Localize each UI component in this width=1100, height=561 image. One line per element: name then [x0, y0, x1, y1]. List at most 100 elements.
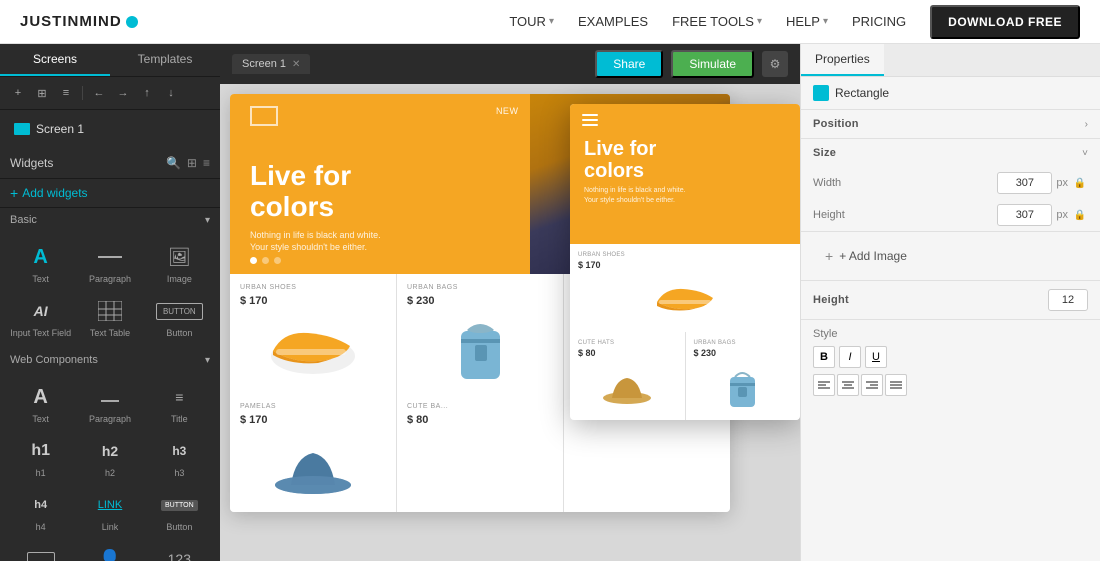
tab-properties[interactable]: Properties [801, 44, 884, 76]
simulate-button[interactable]: Simulate [671, 50, 754, 78]
user-icon: 👤 [92, 544, 128, 561]
height-prop-input[interactable] [1048, 289, 1088, 311]
move-up-button[interactable]: ↑ [137, 83, 157, 103]
screens-toolbar: + ⊞ ≡ ← → ↑ ↓ [0, 77, 220, 110]
toolbar-separator [82, 86, 83, 100]
canvas-tab-label: Screen 1 [242, 58, 286, 70]
bold-button[interactable]: B [813, 346, 835, 368]
add-image-button[interactable]: + + Add Image [813, 240, 1088, 272]
web-widget-user-icon[interactable]: 👤 User icon [77, 540, 142, 561]
paragraph-widget-icon [93, 242, 127, 272]
widget-image[interactable]: 🖼 Image [147, 238, 212, 288]
mobile-mockup: Live forcolors Nothing in life is black … [570, 104, 800, 420]
download-free-button[interactable]: DOWNLOAD FREE [930, 5, 1080, 39]
undo-button[interactable]: ← [89, 83, 109, 103]
web-widgets-grid: A Text Paragraph ≡ Title h1 h1 [0, 372, 220, 561]
redo-button[interactable]: → [113, 83, 133, 103]
category-basic-header[interactable]: Basic ▾ [0, 208, 220, 232]
close-icon[interactable]: ✕ [292, 59, 300, 70]
move-down-button[interactable]: ↓ [161, 83, 181, 103]
nav-examples[interactable]: EXAMPLES [578, 14, 648, 29]
tab-templates[interactable]: Templates [110, 44, 220, 76]
align-center-button[interactable] [837, 374, 859, 396]
settings-icon[interactable]: ⚙ [762, 51, 788, 77]
canvas-header: Screen 1 ✕ Share Simulate ⚙ [220, 44, 800, 84]
height-input[interactable] [997, 204, 1052, 226]
web-widget-h1[interactable]: h1 h1 [8, 432, 73, 482]
basic-widgets-grid: A Text Paragraph 🖼 Image AI [0, 232, 220, 348]
category-web-header[interactable]: Web Components ▾ [0, 348, 220, 372]
widgets-header: Widgets 🔍 ⊞ ≡ [0, 148, 220, 179]
width-input[interactable] [997, 172, 1052, 194]
web-widget-link[interactable]: LINK Link [77, 486, 142, 536]
underline-button[interactable]: U [865, 346, 887, 368]
width-input-group: px 🔒 [997, 172, 1088, 194]
category-web-label: Web Components [10, 354, 98, 366]
nav-free-tools[interactable]: FREE TOOLS ▾ [672, 14, 762, 29]
lock-icon[interactable]: 🔒 [1072, 175, 1088, 191]
product-cute-bags-price: $ 80 [407, 414, 553, 426]
web-widget-h2[interactable]: h2 h2 [77, 432, 142, 482]
web-widget-paragraph[interactable]: Paragraph [77, 378, 142, 428]
widget-button[interactable]: BUTTON Button [147, 292, 212, 342]
web-widget-h3[interactable]: h3 h3 [147, 432, 212, 482]
widget-text-label: Text [32, 274, 49, 284]
position-arrow: › [1085, 119, 1088, 130]
width-label: Width [813, 177, 841, 189]
nav-pricing[interactable]: PRICING [852, 14, 906, 29]
web-widget-counter[interactable]: 123 Counter [147, 540, 212, 561]
product-pamelas-img [240, 432, 386, 502]
size-section-header[interactable]: Size ˅ [801, 139, 1100, 167]
web-widget-button[interactable]: BUTTON Button [147, 486, 212, 536]
product-shoes: URBAN SHOES $ 170 [230, 274, 396, 393]
add-screen-button[interactable]: + [8, 83, 28, 103]
nav-tour[interactable]: TOUR ▾ [509, 14, 554, 29]
screen-list: Screen 1 [0, 110, 220, 148]
search-icon[interactable]: 🔍 [166, 156, 181, 170]
screen-list-view[interactable]: ≡ [56, 83, 76, 103]
position-section-header[interactable]: Position › [801, 110, 1100, 138]
width-unit: px [1056, 177, 1068, 189]
size-arrow: ˅ [1082, 148, 1088, 159]
height-prop-input-group [1048, 289, 1088, 311]
web-widget-title[interactable]: ≡ Title [147, 378, 212, 428]
table-widget-icon [92, 296, 128, 326]
add-widgets-label: Add widgets [22, 186, 87, 200]
widget-text-table[interactable]: Text Table [77, 292, 142, 342]
screen-grid-view[interactable]: ⊞ [32, 83, 52, 103]
widget-input-text[interactable]: AI Input Text Field [8, 292, 73, 342]
align-right-button[interactable] [861, 374, 883, 396]
italic-button[interactable]: I [839, 346, 861, 368]
properties-content: Rectangle Position › Size ˅ Width px [801, 77, 1100, 404]
web-widget-input[interactable]: Input field [8, 540, 73, 561]
widget-text[interactable]: A Text [8, 238, 73, 288]
lock-icon-h[interactable]: 🔒 [1072, 207, 1088, 223]
height-prop-header[interactable]: Height [801, 281, 1100, 319]
web-widget-text[interactable]: A Text [8, 378, 73, 428]
widget-button-label: Button [166, 328, 192, 338]
align-justify-button[interactable] [885, 374, 907, 396]
share-button[interactable]: Share [595, 50, 663, 78]
screen-item[interactable]: Screen 1 [8, 118, 212, 140]
widget-table-label: Text Table [90, 328, 130, 338]
add-widgets-button[interactable]: + Add widgets [0, 179, 220, 208]
logo-text: JUSTINMIND [20, 13, 122, 30]
tab-screens[interactable]: Screens [0, 44, 110, 76]
widget-paragraph-label: Paragraph [89, 274, 131, 284]
canvas-screen-tab[interactable]: Screen 1 ✕ [232, 54, 310, 74]
height-unit: px [1056, 209, 1068, 221]
list-icon[interactable]: ≡ [203, 156, 210, 170]
mobile-hero-subtitle: Nothing in life is black and white.Your … [584, 186, 786, 206]
canvas-header-left: Screen 1 ✕ [232, 54, 310, 74]
screen-item-label: Screen 1 [36, 122, 84, 136]
canvas-header-right: Share Simulate ⚙ [595, 50, 788, 78]
text-align-row [813, 374, 1088, 396]
align-left-button[interactable] [813, 374, 835, 396]
menu-line-2 [582, 119, 598, 121]
widget-paragraph[interactable]: Paragraph [77, 238, 142, 288]
nav-help[interactable]: HELP ▾ [786, 14, 828, 29]
canvas-body: NEW OVERVIEW GALLERY CONTACT Live forcol… [220, 84, 800, 561]
web-widget-h4[interactable]: h4 h4 [8, 486, 73, 536]
height-label: Height [813, 209, 845, 221]
grid-icon[interactable]: ⊞ [187, 156, 197, 170]
